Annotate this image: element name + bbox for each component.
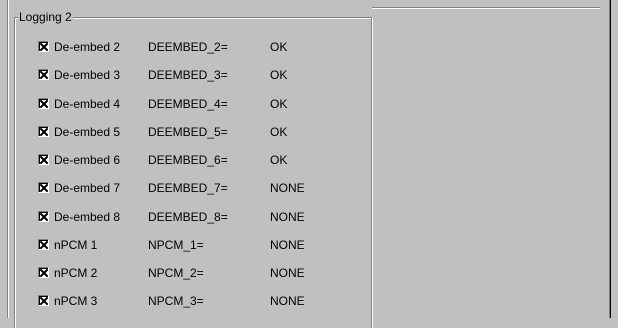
checkmark-icon [40,297,48,305]
logging-checkbox[interactable] [38,267,49,278]
control-edge-top-highlight [372,8,600,9]
logging-row: De-embed 6 DEEMBED_6= OK [38,152,358,168]
logging-checkbox[interactable] [38,211,49,222]
logging-checkbox[interactable] [38,41,49,52]
logging-checkbox[interactable] [38,69,49,80]
window-edge-left-highlight [8,0,9,318]
checkmark-icon [40,241,48,249]
log-key: DEEMBED_5= [148,125,228,139]
status-value: OK [270,40,288,54]
checkbox-label[interactable]: De-embed 3 [54,67,120,83]
checkmark-icon [40,184,48,192]
logging-checkbox[interactable] [38,154,49,165]
checkmark-icon [40,156,48,164]
status-value: NONE [270,181,305,195]
checkbox-label[interactable]: nPCM 2 [54,265,97,281]
log-key: DEEMBED_4= [148,97,228,111]
logging-checkbox[interactable] [38,126,49,137]
checkbox-label[interactable]: nPCM 1 [54,237,97,253]
logging-row: De-embed 7 DEEMBED_7= NONE [38,180,358,196]
logging-checkbox[interactable] [38,182,49,193]
checkmark-icon [40,269,48,277]
checkmark-icon [40,71,48,79]
checkbox-label[interactable]: De-embed 2 [54,39,120,55]
status-value: OK [270,153,288,167]
groupbox-title: Logging 2 [18,10,73,24]
logging-checkbox[interactable] [38,239,49,250]
log-key: DEEMBED_3= [148,68,228,82]
checkbox-label[interactable]: De-embed 5 [54,124,120,140]
logging-row: nPCM 1 NPCM_1= NONE [38,237,358,253]
checkbox-label[interactable]: De-embed 6 [54,152,120,168]
logging-row: De-embed 4 DEEMBED_4= OK [38,96,358,112]
log-key: NPCM_2= [148,266,204,280]
log-key: NPCM_3= [148,294,204,308]
checkbox-label[interactable]: De-embed 7 [54,180,120,196]
checkmark-icon [40,213,48,221]
checkbox-label[interactable]: De-embed 8 [54,209,120,225]
log-key: DEEMBED_2= [148,40,228,54]
window-edge-right [610,0,611,318]
logging-checkbox[interactable] [38,295,49,306]
log-key: NPCM_1= [148,238,204,252]
checkbox-label[interactable]: nPCM 3 [54,293,97,309]
logging-row: De-embed 3 DEEMBED_3= OK [38,67,358,83]
checkmark-icon [40,128,48,136]
status-value: NONE [270,294,305,308]
log-key: DEEMBED_8= [148,210,228,224]
logging-row: De-embed 8 DEEMBED_8= NONE [38,209,358,225]
logging-row: nPCM 2 NPCM_2= NONE [38,265,358,281]
logging-row: De-embed 2 DEEMBED_2= OK [38,39,358,55]
logging-2-groupbox [14,17,372,328]
logging-row: nPCM 3 NPCM_3= NONE [38,293,358,309]
log-key: DEEMBED_6= [148,153,228,167]
status-value: OK [270,97,288,111]
status-value: OK [270,125,288,139]
checkbox-label[interactable]: De-embed 4 [54,96,120,112]
checkmark-icon [40,100,48,108]
status-value: NONE [270,266,305,280]
status-value: OK [270,68,288,82]
status-value: NONE [270,238,305,252]
logging-row: De-embed 5 DEEMBED_5= OK [38,124,358,140]
log-key: DEEMBED_7= [148,181,228,195]
checkmark-icon [40,43,48,51]
logging-checkbox[interactable] [38,98,49,109]
status-value: NONE [270,210,305,224]
